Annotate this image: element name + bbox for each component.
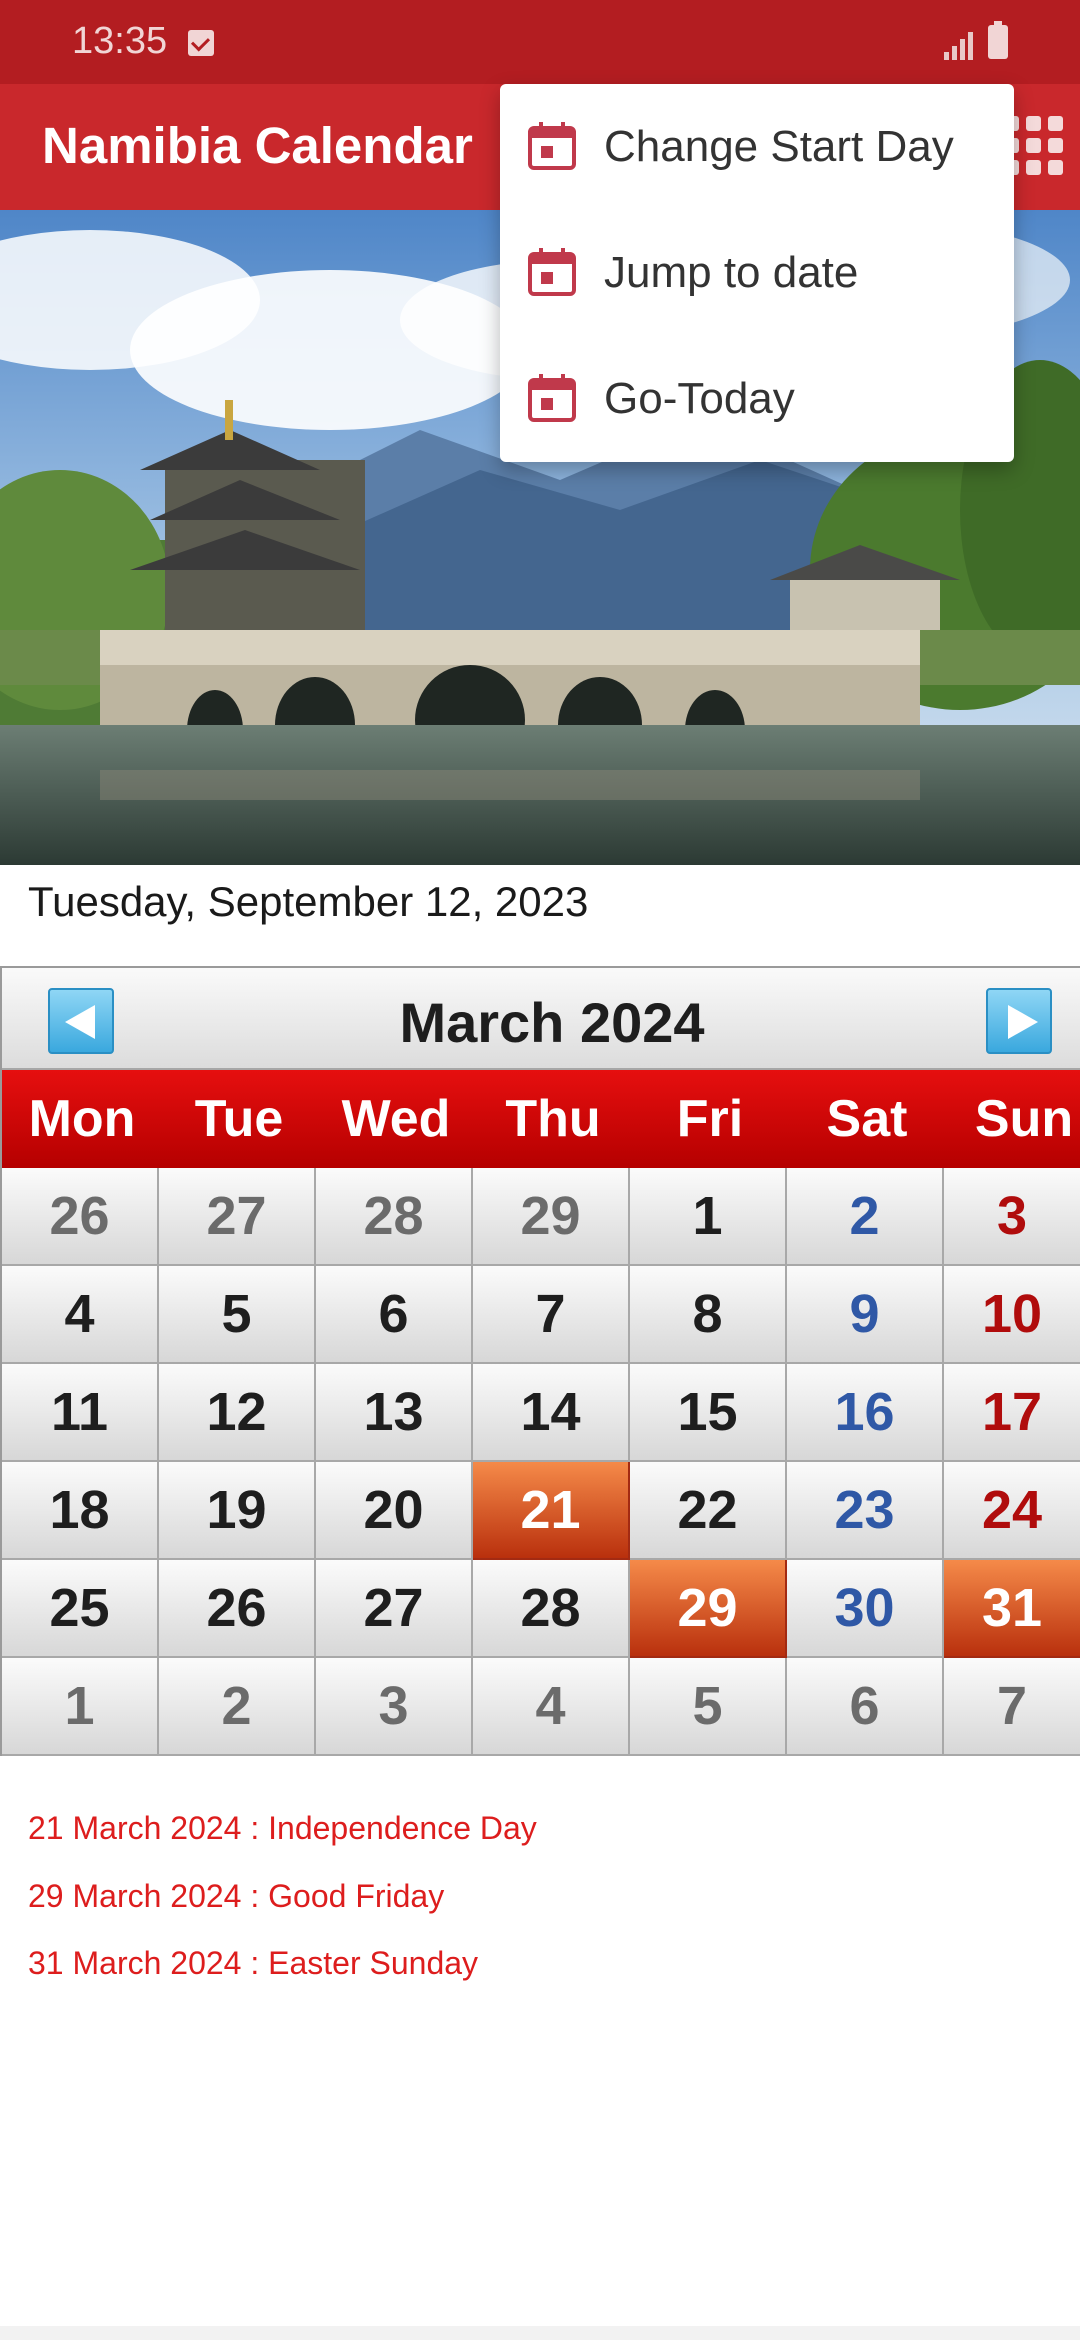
month-title: March 2024 [399,991,705,1054]
weekday-label: Mon [28,1090,136,1148]
menu-item-label: Go-Today [604,374,795,423]
day-cell[interactable]: 10 [944,1266,1080,1364]
calendar-icon [528,248,576,296]
calendar-icon [528,374,576,422]
day-cell[interactable]: 6 [787,1658,944,1756]
holiday-item: 21 March 2024 : Independence Day [28,1810,537,1846]
day-cell[interactable]: 6 [316,1266,473,1364]
day-cell[interactable]: 9 [787,1266,944,1364]
app-title: Namibia Calendar [42,117,473,174]
calendar-icon [528,122,576,170]
day-cell[interactable]: 2 [787,1168,944,1266]
day-cell[interactable]: 12 [159,1364,316,1462]
day-cell[interactable]: 15 [630,1364,787,1462]
day-cell[interactable]: 3 [944,1168,1080,1266]
day-cell[interactable]: 24 [944,1462,1080,1560]
day-cell[interactable]: 28 [473,1560,630,1658]
weekday-label: Wed [341,1090,451,1148]
overflow-menu: Change Start Day Jump to date Go-Today [500,84,1014,462]
day-cell[interactable]: 4 [2,1266,159,1364]
holiday-day-cell[interactable]: 29 [630,1560,787,1658]
status-time: 13:35 [72,20,168,62]
battery-icon [988,21,1008,59]
day-cell[interactable]: 19 [159,1462,316,1560]
day-cell[interactable]: 27 [159,1168,316,1266]
day-cell[interactable]: 13 [316,1364,473,1462]
day-cell[interactable]: 28 [316,1168,473,1266]
month-calendar: March 2024 Mon Tue Wed Thu Fri Sat Sun 2… [0,966,1080,1756]
weekday-header-row: Mon Tue Wed Thu Fri Sat Sun [2,1070,1080,1168]
day-cell[interactable]: 23 [787,1462,944,1560]
day-cell[interactable]: 18 [2,1462,159,1560]
day-cell[interactable]: 26 [159,1560,316,1658]
day-cell[interactable]: 8 [630,1266,787,1364]
day-cell[interactable]: 3 [316,1658,473,1756]
weekday-label: Thu [505,1090,601,1148]
day-cell[interactable]: 5 [630,1658,787,1756]
holiday-day-cell[interactable]: 21 [473,1462,630,1560]
signal-icon [944,30,976,60]
menu-item-go-today[interactable]: Go-Today [500,336,1014,462]
day-cell[interactable]: 30 [787,1560,944,1658]
day-cell[interactable]: 25 [2,1560,159,1658]
next-month-button[interactable] [986,988,1052,1054]
weekday-label: Sun [974,1090,1074,1148]
day-cell[interactable]: 7 [944,1658,1080,1756]
day-cell[interactable]: 11 [2,1364,159,1462]
day-grid: 26 27 28 29 1 2 3 4 5 6 7 8 9 10 11 12 1… [2,1168,1080,1756]
day-cell[interactable]: 22 [630,1462,787,1560]
holiday-item: 31 March 2024 : Easter Sunday [28,1945,479,1981]
weekday-label: Tue [194,1090,284,1148]
menu-item-label: Jump to date [604,248,859,297]
day-cell[interactable]: 29 [473,1168,630,1266]
day-cell[interactable]: 17 [944,1364,1080,1462]
holiday-day-cell[interactable]: 31 [944,1560,1080,1658]
day-cell[interactable]: 5 [159,1266,316,1364]
checkbox-notification-icon [188,30,214,56]
day-cell[interactable]: 2 [159,1658,316,1756]
day-cell[interactable]: 27 [316,1560,473,1658]
month-header: March 2024 [2,968,1080,1070]
day-cell[interactable]: 4 [473,1658,630,1756]
weekday-label: Fri [676,1090,744,1148]
navigation-bar [0,2326,1080,2340]
day-cell[interactable]: 7 [473,1266,630,1364]
day-cell[interactable]: 26 [2,1168,159,1266]
current-date-text: Tuesday, September 12, 2023 [28,878,589,925]
day-cell[interactable]: 20 [316,1462,473,1560]
menu-item-label: Change Start Day [604,122,954,171]
day-cell[interactable]: 16 [787,1364,944,1462]
menu-item-jump-to-date[interactable]: Jump to date [500,210,1014,336]
day-cell[interactable]: 1 [630,1168,787,1266]
day-cell[interactable]: 14 [473,1364,630,1462]
day-cell[interactable]: 1 [2,1658,159,1756]
status-bar: 13:35 [0,0,1080,84]
menu-item-change-start-day[interactable]: Change Start Day [500,84,1014,210]
holiday-item: 29 March 2024 : Good Friday [28,1878,445,1914]
weekday-label: Sat [826,1090,908,1148]
